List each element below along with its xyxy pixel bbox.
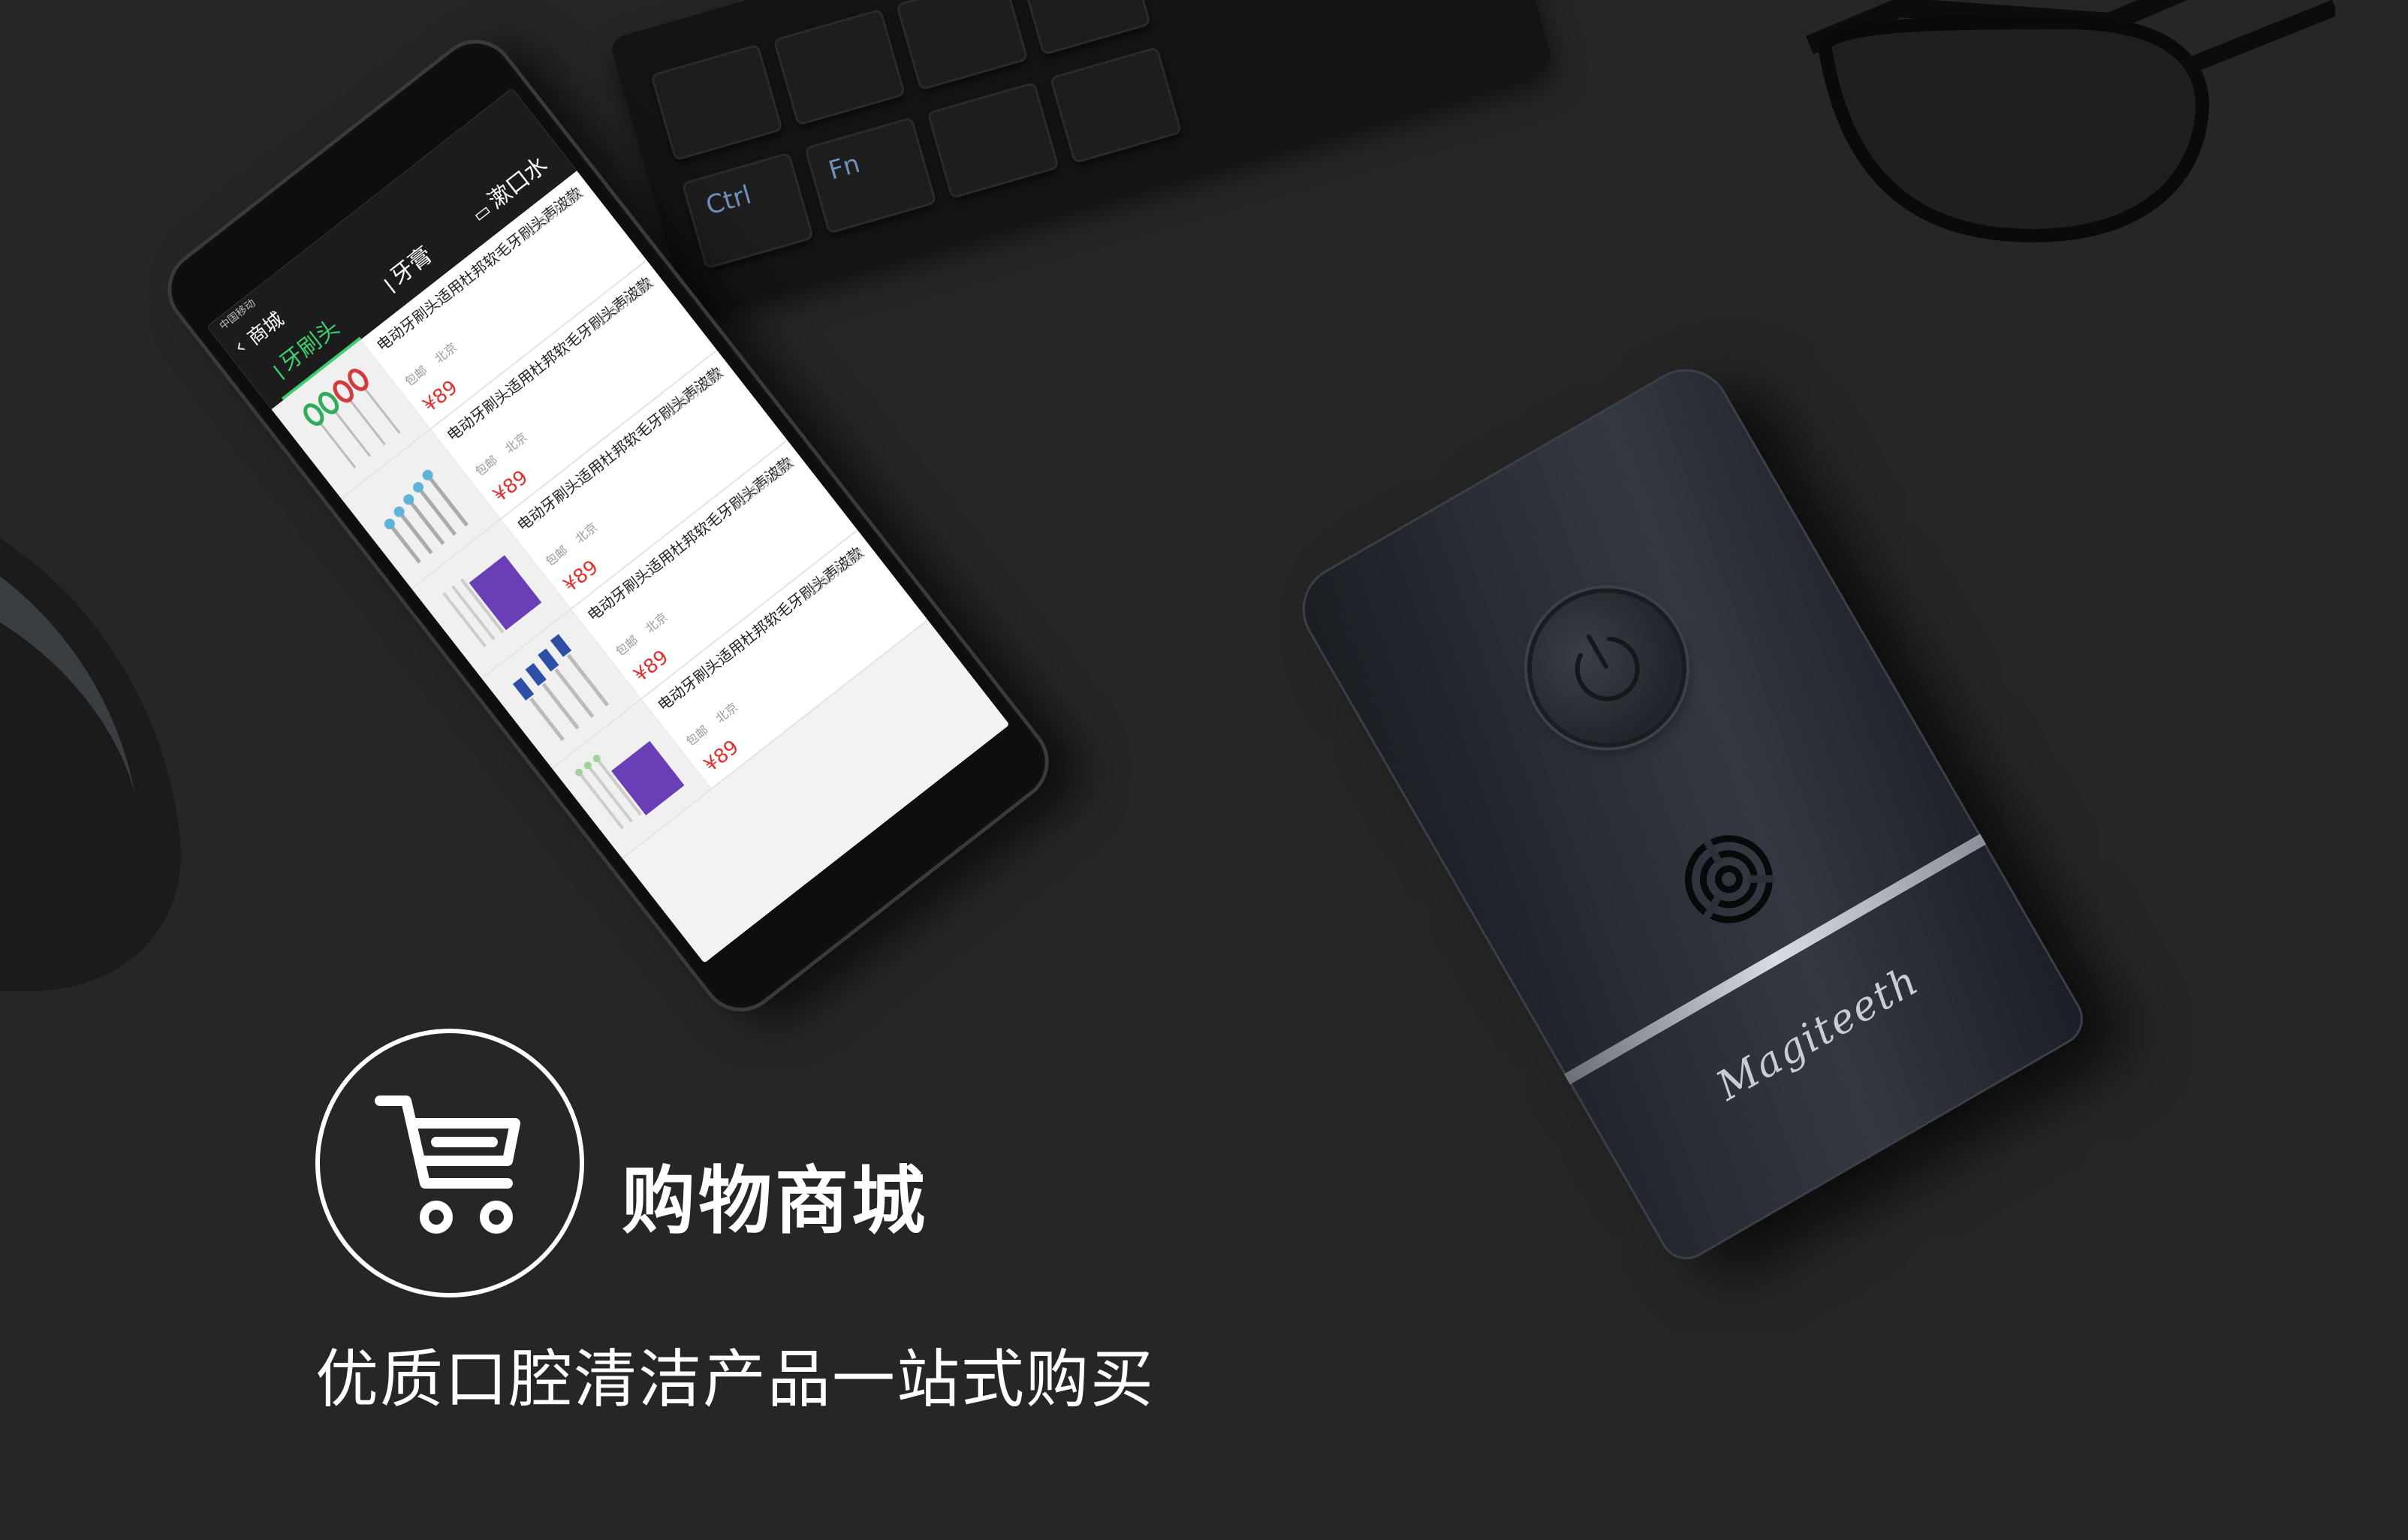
key-label: Ctrl — [702, 179, 755, 222]
keyboard-key: Fn — [803, 116, 937, 235]
keyboard-key: Ctrl — [681, 152, 815, 270]
mouse-image — [0, 538, 181, 991]
caption-title: 购物商城 — [622, 1159, 929, 1244]
product-price: ¥89 — [700, 736, 743, 777]
location-label: 北京 — [713, 699, 741, 726]
device-body: Magiteeth — [1285, 352, 2093, 1270]
shipping-label: 包邮 — [613, 632, 641, 659]
location-label: 北京 — [572, 520, 601, 546]
shipping-label: 包邮 — [683, 722, 711, 749]
product-scene: Ctrl Fn 中国移动 ‹ 商城 ǀ牙刷头 ǀ牙膏 ▭漱口水 电动牙刷头适用杜… — [0, 0, 2408, 1540]
tab-label: 牙膏 — [385, 242, 438, 291]
keyboard-key — [1049, 46, 1183, 164]
power-icon — [1575, 634, 1640, 701]
power-button[interactable] — [1504, 565, 1710, 771]
keyboard-key — [927, 81, 1060, 200]
shopping-cart-icon-graphic — [375, 1095, 520, 1234]
keyboard: Ctrl Fn — [608, 0, 1554, 315]
shipping-label: 包邮 — [542, 543, 571, 569]
key-label: Fn — [825, 149, 863, 186]
glasses-image — [1806, 0, 2335, 243]
location-label: 北京 — [432, 339, 460, 366]
keyboard-key — [649, 44, 784, 161]
shipping-label: 包邮 — [402, 363, 430, 390]
shipping-label: 包邮 — [472, 453, 501, 479]
vent-icon — [1685, 835, 1775, 924]
keyboard-key — [773, 8, 906, 126]
location-label: 北京 — [642, 610, 671, 636]
magiteeth-device: Magiteeth — [1285, 352, 2093, 1270]
keyboard-key — [1018, 0, 1152, 56]
location-label: 北京 — [502, 429, 530, 457]
keyboard-key — [895, 0, 1029, 92]
shopping-cart-icon — [315, 1029, 584, 1297]
caption-subtitle: 优质口腔清洁产品一站式购买 — [315, 1343, 1156, 1416]
